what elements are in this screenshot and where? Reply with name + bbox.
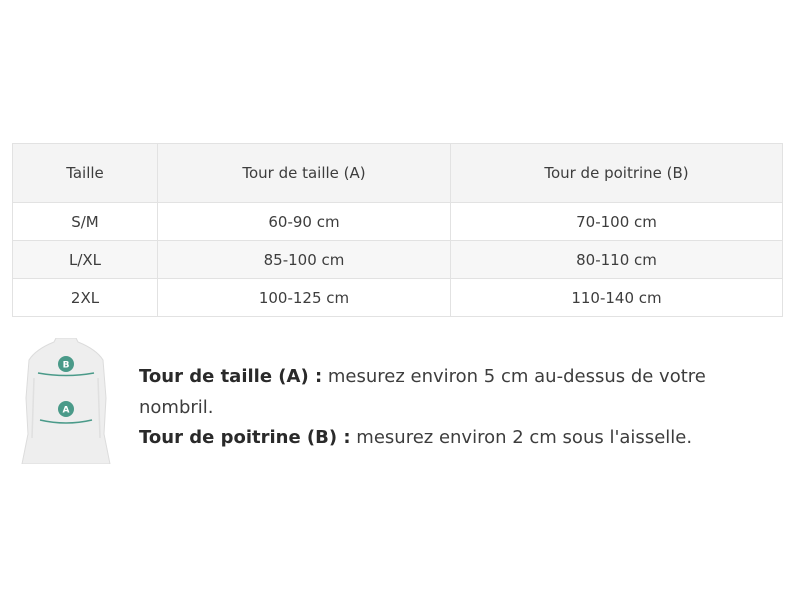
cell-chest: 70-100 cm [450,202,783,241]
waist-instruction: Tour de taille (A) : mesurez environ 5 c… [139,362,749,423]
header-size: Taille [12,143,158,203]
cell-waist: 100-125 cm [157,278,451,317]
cell-chest: 110-140 cm [450,278,783,317]
waist-term: Tour de taille (A) : [139,366,323,387]
table-row: 2XL 100-125 cm 110-140 cm [12,278,783,317]
marker-b-label: B [63,361,70,371]
cell-size: 2XL [12,278,158,317]
table-header-row: Taille Tour de taille (A) Tour de poitri… [12,143,783,203]
cell-size: S/M [12,202,158,241]
header-chest: Tour de poitrine (B) [450,143,783,203]
chest-instruction: Tour de poitrine (B) : mesurez environ 2… [139,423,749,454]
chest-marker-b: B [58,356,74,372]
page: Taille Tour de taille (A) Tour de poitri… [0,0,800,600]
size-chart-table: Taille Tour de taille (A) Tour de poitri… [12,143,783,317]
chest-description: mesurez environ 2 cm sous l'aisselle. [350,427,693,448]
header-waist: Tour de taille (A) [157,143,451,203]
chest-term: Tour de poitrine (B) : [139,427,351,448]
body-measurement-figure: B A [18,338,114,464]
cell-size: L/XL [12,240,158,279]
marker-a-label: A [63,406,70,416]
table-row: L/XL 85-100 cm 80-110 cm [12,240,783,279]
cell-chest: 80-110 cm [450,240,783,279]
waist-marker-a: A [58,401,74,417]
measurement-instructions: Tour de taille (A) : mesurez environ 5 c… [139,362,749,454]
cell-waist: 60-90 cm [157,202,451,241]
torso-illustration: B A [21,338,111,464]
cell-waist: 85-100 cm [157,240,451,279]
table-row: S/M 60-90 cm 70-100 cm [12,202,783,241]
